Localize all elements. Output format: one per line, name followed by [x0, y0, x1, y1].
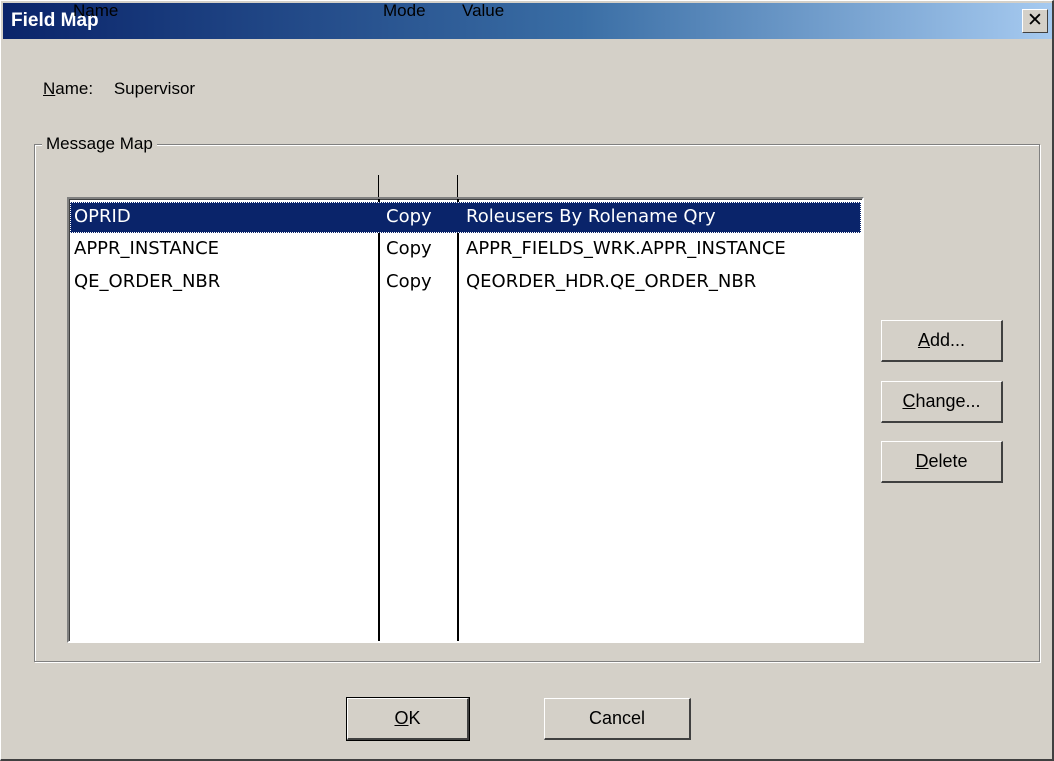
name-value: Supervisor — [113, 79, 196, 98]
row-name: APPR_INSTANCE — [74, 238, 220, 259]
delete-button[interactable]: Delete — [881, 441, 1003, 483]
row-mode: Copy — [386, 206, 432, 227]
row-value: APPR_FIELDS_WRK.APPR_INSTANCE — [466, 238, 786, 259]
table-row[interactable]: APPR_INSTANCE Copy APPR_FIELDS_WRK.APPR_… — [70, 234, 861, 265]
name-row: Name: Supervisor — [43, 79, 195, 99]
message-map-label: Message Map — [42, 134, 157, 154]
column-header-mode[interactable]: Mode — [383, 1, 426, 23]
field-map-dialog: Field Map ✕ Name: Supervisor Message Map… — [0, 0, 1054, 761]
column-header-name[interactable]: Name — [73, 1, 118, 23]
close-button[interactable]: ✕ — [1022, 9, 1048, 33]
row-mode: Copy — [386, 238, 432, 259]
close-icon: ✕ — [1027, 10, 1043, 31]
name-label: Name: — [43, 79, 94, 98]
table-row[interactable]: OPRID Copy Roleusers By Rolename Qry — [70, 202, 861, 233]
column-divider[interactable] — [457, 175, 458, 197]
column-line — [457, 199, 459, 641]
row-name: QE_ORDER_NBR — [74, 271, 221, 292]
column-line — [378, 199, 380, 641]
add-button[interactable]: Add... — [881, 320, 1003, 362]
table-row[interactable]: QE_ORDER_NBR Copy QEORDER_HDR.QE_ORDER_N… — [70, 267, 861, 298]
title-bar[interactable]: Field Map ✕ — [3, 3, 1052, 39]
row-mode: Copy — [386, 271, 432, 292]
change-button[interactable]: Change... — [881, 381, 1003, 423]
ok-button[interactable]: OK — [346, 697, 470, 741]
row-value: QEORDER_HDR.QE_ORDER_NBR — [466, 271, 757, 292]
column-header-value[interactable]: Value — [462, 1, 504, 23]
message-map-list[interactable]: OPRID Copy Roleusers By Rolename Qry APP… — [67, 197, 864, 643]
column-divider[interactable] — [378, 175, 379, 197]
row-name: OPRID — [74, 206, 131, 227]
cancel-button[interactable]: Cancel — [544, 698, 691, 740]
row-value: Roleusers By Rolename Qry — [466, 206, 716, 227]
